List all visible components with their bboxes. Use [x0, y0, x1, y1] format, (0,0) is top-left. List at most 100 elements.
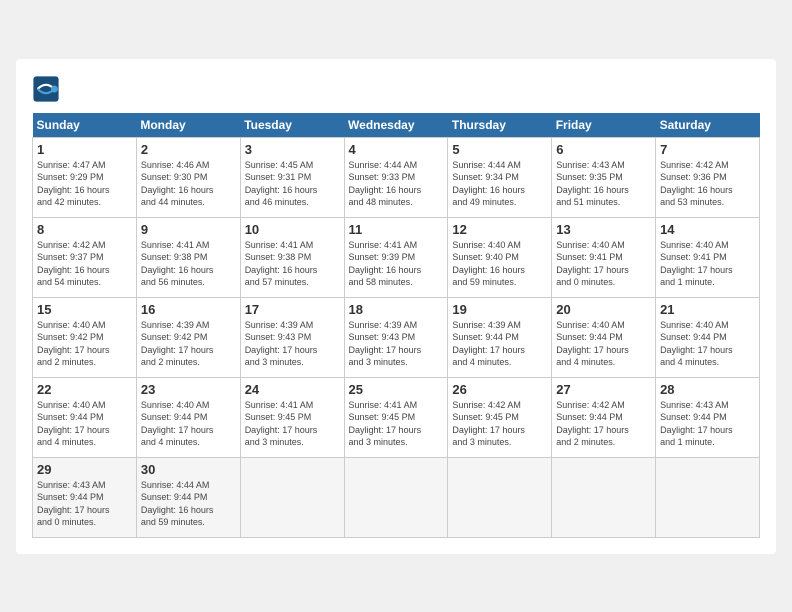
day-number: 3 — [245, 142, 340, 157]
calendar-cell: 1 Sunrise: 4:47 AM Sunset: 9:29 PM Daylig… — [33, 137, 137, 217]
day-number: 8 — [37, 222, 132, 237]
day-info: Sunrise: 4:43 AM Sunset: 9:35 PM Dayligh… — [556, 159, 651, 209]
weekday-header-wednesday: Wednesday — [344, 113, 448, 138]
day-info: Sunrise: 4:44 AM Sunset: 9:44 PM Dayligh… — [141, 479, 236, 529]
day-info: Sunrise: 4:44 AM Sunset: 9:34 PM Dayligh… — [452, 159, 547, 209]
calendar-cell — [344, 457, 448, 537]
calendar-cell: 15 Sunrise: 4:40 AM Sunset: 9:42 PM Dayli… — [33, 297, 137, 377]
calendar-cell: 11 Sunrise: 4:41 AM Sunset: 9:39 PM Dayli… — [344, 217, 448, 297]
calendar-week-row: 29 Sunrise: 4:43 AM Sunset: 9:44 PM Dayli… — [33, 457, 760, 537]
day-info: Sunrise: 4:39 AM Sunset: 9:42 PM Dayligh… — [141, 319, 236, 369]
day-info: Sunrise: 4:42 AM Sunset: 9:44 PM Dayligh… — [556, 399, 651, 449]
calendar-cell: 19 Sunrise: 4:39 AM Sunset: 9:44 PM Dayli… — [448, 297, 552, 377]
day-number: 17 — [245, 302, 340, 317]
calendar-cell: 13 Sunrise: 4:40 AM Sunset: 9:41 PM Dayli… — [552, 217, 656, 297]
weekday-header-monday: Monday — [136, 113, 240, 138]
weekday-header-friday: Friday — [552, 113, 656, 138]
header-section — [32, 75, 760, 103]
day-number: 11 — [349, 222, 444, 237]
day-info: Sunrise: 4:41 AM Sunset: 9:38 PM Dayligh… — [245, 239, 340, 289]
day-number: 16 — [141, 302, 236, 317]
day-info: Sunrise: 4:41 AM Sunset: 9:45 PM Dayligh… — [245, 399, 340, 449]
weekday-header-thursday: Thursday — [448, 113, 552, 138]
calendar-cell: 27 Sunrise: 4:42 AM Sunset: 9:44 PM Dayli… — [552, 377, 656, 457]
day-number: 12 — [452, 222, 547, 237]
day-info: Sunrise: 4:47 AM Sunset: 9:29 PM Dayligh… — [37, 159, 132, 209]
day-info: Sunrise: 4:39 AM Sunset: 9:43 PM Dayligh… — [245, 319, 340, 369]
day-number: 30 — [141, 462, 236, 477]
calendar-cell: 26 Sunrise: 4:42 AM Sunset: 9:45 PM Dayli… — [448, 377, 552, 457]
calendar-cell: 16 Sunrise: 4:39 AM Sunset: 9:42 PM Dayli… — [136, 297, 240, 377]
calendar-cell: 6 Sunrise: 4:43 AM Sunset: 9:35 PM Daylig… — [552, 137, 656, 217]
weekday-header-saturday: Saturday — [656, 113, 760, 138]
day-number: 20 — [556, 302, 651, 317]
calendar-cell: 18 Sunrise: 4:39 AM Sunset: 9:43 PM Dayli… — [344, 297, 448, 377]
calendar-cell — [656, 457, 760, 537]
day-number: 19 — [452, 302, 547, 317]
day-number: 14 — [660, 222, 755, 237]
calendar-cell: 12 Sunrise: 4:40 AM Sunset: 9:40 PM Dayli… — [448, 217, 552, 297]
calendar-cell: 4 Sunrise: 4:44 AM Sunset: 9:33 PM Daylig… — [344, 137, 448, 217]
day-number: 27 — [556, 382, 651, 397]
day-info: Sunrise: 4:39 AM Sunset: 9:44 PM Dayligh… — [452, 319, 547, 369]
calendar-cell: 17 Sunrise: 4:39 AM Sunset: 9:43 PM Dayli… — [240, 297, 344, 377]
day-info: Sunrise: 4:43 AM Sunset: 9:44 PM Dayligh… — [37, 479, 132, 529]
calendar-body: 1 Sunrise: 4:47 AM Sunset: 9:29 PM Daylig… — [33, 137, 760, 537]
day-info: Sunrise: 4:42 AM Sunset: 9:45 PM Dayligh… — [452, 399, 547, 449]
day-info: Sunrise: 4:44 AM Sunset: 9:33 PM Dayligh… — [349, 159, 444, 209]
calendar-cell: 22 Sunrise: 4:40 AM Sunset: 9:44 PM Dayli… — [33, 377, 137, 457]
day-number: 1 — [37, 142, 132, 157]
day-number: 24 — [245, 382, 340, 397]
day-number: 21 — [660, 302, 755, 317]
calendar-container: SundayMondayTuesdayWednesdayThursdayFrid… — [16, 59, 776, 554]
calendar-cell: 25Sunrise: 4:41 AM Sunset: 9:45 PM Dayli… — [344, 377, 448, 457]
day-number: 23 — [141, 382, 236, 397]
day-number: 10 — [245, 222, 340, 237]
day-number: 6 — [556, 142, 651, 157]
calendar-cell: 30 Sunrise: 4:44 AM Sunset: 9:44 PM Dayli… — [136, 457, 240, 537]
day-number: 29 — [37, 462, 132, 477]
day-number: 4 — [349, 142, 444, 157]
calendar-cell: 8 Sunrise: 4:42 AM Sunset: 9:37 PM Daylig… — [33, 217, 137, 297]
day-info: Sunrise: 4:40 AM Sunset: 9:44 PM Dayligh… — [556, 319, 651, 369]
day-info: Sunrise: 4:46 AM Sunset: 9:30 PM Dayligh… — [141, 159, 236, 209]
logo-icon — [32, 75, 60, 103]
calendar-week-row: 8 Sunrise: 4:42 AM Sunset: 9:37 PM Daylig… — [33, 217, 760, 297]
day-info: Sunrise: 4:40 AM Sunset: 9:44 PM Dayligh… — [141, 399, 236, 449]
calendar-week-row: 1 Sunrise: 4:47 AM Sunset: 9:29 PM Daylig… — [33, 137, 760, 217]
day-info: Sunrise: 4:41 AM Sunset: 9:38 PM Dayligh… — [141, 239, 236, 289]
weekday-header-row: SundayMondayTuesdayWednesdayThursdayFrid… — [33, 113, 760, 138]
calendar-week-row: 15 Sunrise: 4:40 AM Sunset: 9:42 PM Dayli… — [33, 297, 760, 377]
calendar-cell: 3 Sunrise: 4:45 AM Sunset: 9:31 PM Daylig… — [240, 137, 344, 217]
day-info: Sunrise: 4:39 AM Sunset: 9:43 PM Dayligh… — [349, 319, 444, 369]
day-number: 9 — [141, 222, 236, 237]
calendar-cell: 7Sunrise: 4:42 AM Sunset: 9:36 PM Daylig… — [656, 137, 760, 217]
day-number: 26 — [452, 382, 547, 397]
calendar-cell: 21 Sunrise: 4:40 AM Sunset: 9:44 PM Dayli… — [656, 297, 760, 377]
calendar-cell — [448, 457, 552, 537]
day-number: 13 — [556, 222, 651, 237]
day-info: Sunrise: 4:42 AM Sunset: 9:37 PM Dayligh… — [37, 239, 132, 289]
day-info: Sunrise: 4:40 AM Sunset: 9:42 PM Dayligh… — [37, 319, 132, 369]
day-number: 2 — [141, 142, 236, 157]
calendar-cell: 29 Sunrise: 4:43 AM Sunset: 9:44 PM Dayli… — [33, 457, 137, 537]
day-number: 28 — [660, 382, 755, 397]
day-info: Sunrise: 4:40 AM Sunset: 9:44 PM Dayligh… — [37, 399, 132, 449]
calendar-cell: 10 Sunrise: 4:41 AM Sunset: 9:38 PM Dayli… — [240, 217, 344, 297]
calendar-cell: 2 Sunrise: 4:46 AM Sunset: 9:30 PM Daylig… — [136, 137, 240, 217]
calendar-cell: 28Sunrise: 4:43 AM Sunset: 9:44 PM Dayli… — [656, 377, 760, 457]
day-info: Sunrise: 4:45 AM Sunset: 9:31 PM Dayligh… — [245, 159, 340, 209]
day-info: Sunrise: 4:41 AM Sunset: 9:39 PM Dayligh… — [349, 239, 444, 289]
day-number: 7 — [660, 142, 755, 157]
day-number: 22 — [37, 382, 132, 397]
day-info: Sunrise: 4:40 AM Sunset: 9:41 PM Dayligh… — [556, 239, 651, 289]
day-number: 18 — [349, 302, 444, 317]
day-info: Sunrise: 4:40 AM Sunset: 9:40 PM Dayligh… — [452, 239, 547, 289]
calendar-cell: 9 Sunrise: 4:41 AM Sunset: 9:38 PM Daylig… — [136, 217, 240, 297]
calendar-cell: 23 Sunrise: 4:40 AM Sunset: 9:44 PM Dayli… — [136, 377, 240, 457]
day-number: 15 — [37, 302, 132, 317]
calendar-week-row: 22 Sunrise: 4:40 AM Sunset: 9:44 PM Dayli… — [33, 377, 760, 457]
calendar-cell: 5Sunrise: 4:44 AM Sunset: 9:34 PM Daylig… — [448, 137, 552, 217]
day-info: Sunrise: 4:40 AM Sunset: 9:44 PM Dayligh… — [660, 319, 755, 369]
calendar-cell: 14Sunrise: 4:40 AM Sunset: 9:41 PM Dayli… — [656, 217, 760, 297]
